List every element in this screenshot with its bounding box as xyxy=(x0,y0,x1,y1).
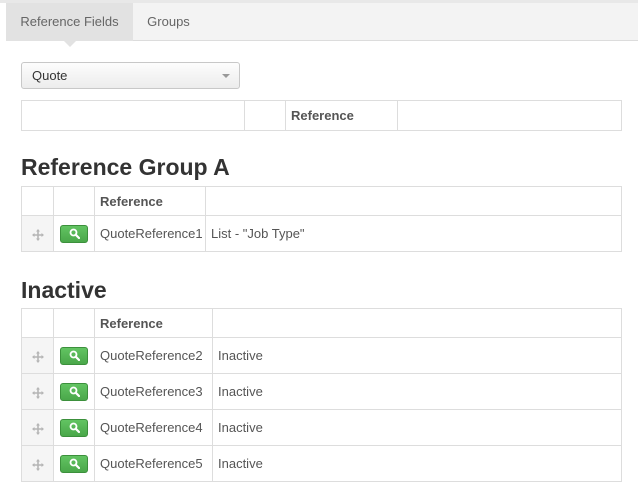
table-row: QuoteReference1 List - "Job Type" xyxy=(21,215,622,252)
tab-label: Groups xyxy=(147,14,190,29)
table-row: QuoteReference5 Inactive xyxy=(21,445,622,482)
view-cell xyxy=(53,409,95,446)
move-icon xyxy=(31,386,44,399)
tab-label: Reference Fields xyxy=(20,14,119,29)
drag-handle[interactable] xyxy=(21,215,54,252)
entity-select-value: Quote xyxy=(32,68,68,83)
header-cell-reference: Reference xyxy=(285,100,398,131)
header-cell xyxy=(53,308,95,338)
header-cell-reference: Reference xyxy=(94,186,206,216)
view-cell xyxy=(53,445,95,482)
group-table: Reference QuoteReference1 List - "Job Ty… xyxy=(21,186,622,252)
header-cell xyxy=(244,100,286,131)
detail-cell: Inactive xyxy=(212,373,622,410)
view-button[interactable] xyxy=(60,382,88,401)
view-cell xyxy=(53,215,95,252)
tab-bar: Reference Fields Groups xyxy=(6,3,638,47)
drag-handle[interactable] xyxy=(21,409,54,446)
table-row: QuoteReference3 Inactive xyxy=(21,373,622,410)
drag-handle[interactable] xyxy=(21,337,54,374)
move-icon xyxy=(31,228,44,241)
header-cell xyxy=(21,100,245,131)
search-icon xyxy=(69,422,80,433)
reference-cell: QuoteReference1 xyxy=(94,215,206,252)
search-icon xyxy=(69,228,80,239)
detail-cell: Inactive xyxy=(212,445,622,482)
search-icon xyxy=(69,350,80,361)
header-cell xyxy=(53,186,95,216)
detail-cell: Inactive xyxy=(212,409,622,446)
reference-cell: QuoteReference4 xyxy=(94,409,213,446)
search-icon xyxy=(69,458,80,469)
entity-select[interactable]: Quote xyxy=(21,62,240,89)
header-cell xyxy=(212,308,622,338)
move-icon xyxy=(31,350,44,363)
tab-reference-fields[interactable]: Reference Fields xyxy=(6,3,133,47)
header-cell-reference: Reference xyxy=(94,308,213,338)
active-tab-caret xyxy=(62,40,77,47)
table-row: QuoteReference2 Inactive xyxy=(21,337,622,374)
table-row: QuoteReference4 Inactive xyxy=(21,409,622,446)
search-icon xyxy=(69,386,80,397)
view-cell xyxy=(53,373,95,410)
view-button[interactable] xyxy=(60,224,88,243)
move-icon xyxy=(31,458,44,471)
view-button[interactable] xyxy=(60,418,88,437)
view-button[interactable] xyxy=(60,454,88,473)
detail-cell: List - "Job Type" xyxy=(205,215,622,252)
reference-header-table: Reference xyxy=(21,100,622,131)
reference-cell: QuoteReference5 xyxy=(94,445,213,482)
group-table: Reference QuoteReference2 Inactive Quote… xyxy=(21,308,622,482)
view-button[interactable] xyxy=(60,346,88,365)
view-cell xyxy=(53,337,95,374)
move-icon xyxy=(31,422,44,435)
reference-cell: QuoteReference2 xyxy=(94,337,213,374)
reference-cell: QuoteReference3 xyxy=(94,373,213,410)
header-cell xyxy=(397,100,622,131)
tab-groups[interactable]: Groups xyxy=(133,3,204,41)
header-cell xyxy=(205,186,622,216)
header-cell xyxy=(21,186,54,216)
group-title: Inactive xyxy=(21,277,107,303)
header-cell xyxy=(21,308,54,338)
drag-handle[interactable] xyxy=(21,445,54,482)
chevron-down-icon xyxy=(222,74,230,78)
drag-handle[interactable] xyxy=(21,373,54,410)
detail-cell: Inactive xyxy=(212,337,622,374)
group-title: Reference Group A xyxy=(21,154,230,180)
